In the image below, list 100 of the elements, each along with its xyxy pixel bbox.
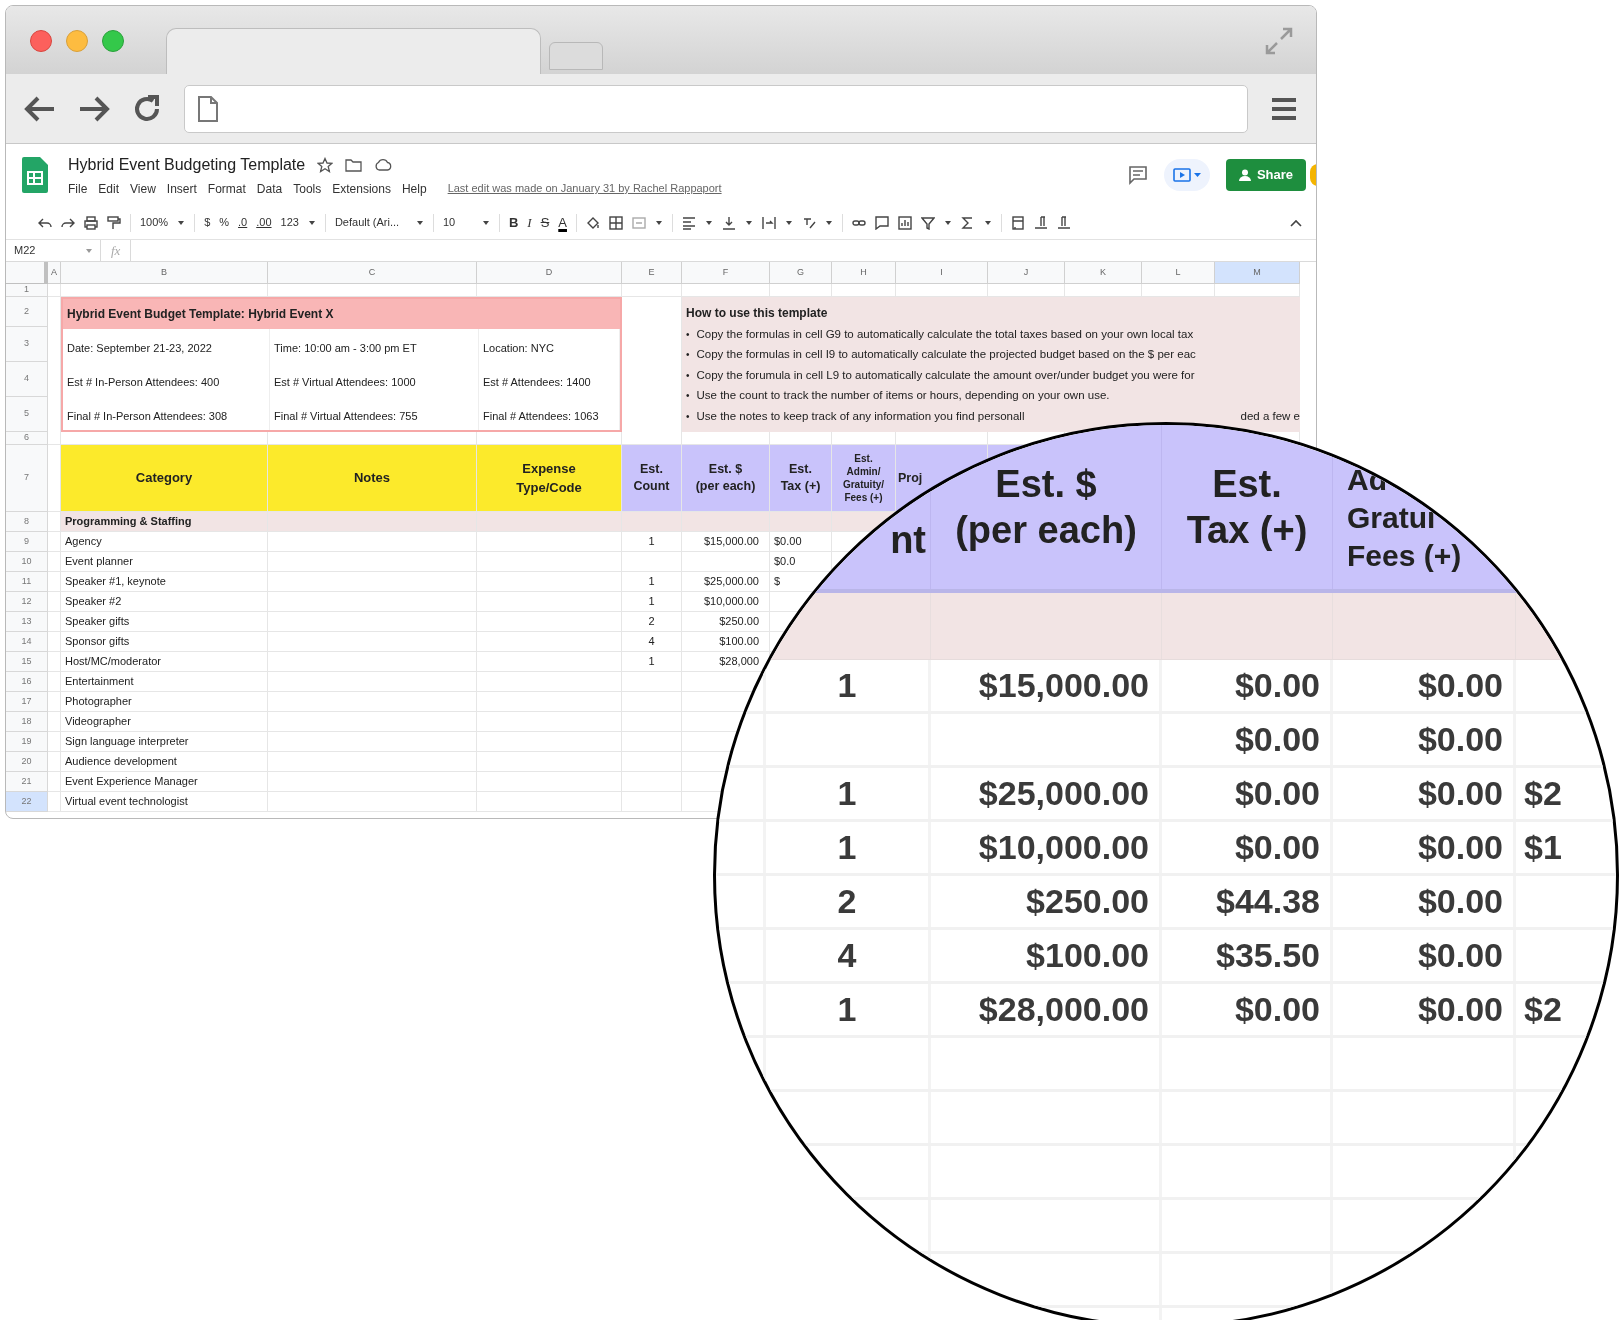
magnified-value: $0.00 (1162, 660, 1333, 711)
reload-icon[interactable] (132, 93, 162, 124)
row-number[interactable]: 7 (6, 445, 48, 512)
row-number[interactable]: 10 (6, 552, 48, 572)
collapse-chevron-icon[interactable] (1290, 218, 1302, 227)
row-number[interactable]: 12 (6, 592, 48, 612)
row-number[interactable]: 15 (6, 652, 48, 672)
magnified-heading: Est. $ (995, 462, 1097, 507)
italic-button[interactable]: I (527, 212, 532, 233)
decrease-decimal-button[interactable]: .0 (238, 214, 248, 231)
row-number[interactable]: 8 (6, 512, 48, 532)
sigma-icon[interactable] (960, 215, 975, 230)
chart-icon[interactable] (897, 215, 912, 230)
text-wrap-icon[interactable] (761, 215, 776, 230)
column-header[interactable]: E (622, 262, 682, 284)
menu-icon[interactable] (1270, 96, 1298, 121)
bullet: • (686, 327, 690, 342)
number-format-dropdown[interactable]: 123 (280, 214, 299, 231)
row-number[interactable]: 5 (6, 397, 48, 432)
menu-item[interactable]: Edit (98, 179, 120, 198)
column-header[interactable]: F (682, 262, 770, 284)
row-number[interactable]: 9 (6, 532, 48, 552)
row-number[interactable]: 19 (6, 732, 48, 752)
table-cell (48, 612, 61, 632)
menu-item[interactable]: View (130, 179, 156, 198)
row-number[interactable]: 16 (6, 672, 48, 692)
font-dropdown[interactable]: Default (Ari... (334, 214, 407, 231)
comment-icon[interactable] (1128, 165, 1148, 185)
column-header[interactable]: K (1065, 262, 1142, 284)
document-title[interactable]: Hybrid Event Budgeting Template (68, 152, 306, 177)
borders-icon[interactable] (608, 215, 623, 230)
row-number[interactable]: 2 (6, 297, 48, 327)
column-header[interactable]: B (61, 262, 268, 284)
comment-icon[interactable] (874, 215, 889, 230)
currency-button[interactable]: $ (204, 214, 211, 231)
row-number[interactable]: 4 (6, 362, 48, 397)
column-heading: Notes (268, 445, 477, 512)
share-button[interactable]: Share (1226, 159, 1306, 191)
paint-roller-icon[interactable] (107, 215, 121, 230)
zoom-dropdown[interactable]: 100% (140, 214, 169, 231)
present-button[interactable] (1164, 159, 1210, 191)
align-left-icon[interactable] (681, 215, 696, 230)
back-arrow-icon[interactable] (24, 94, 56, 123)
menu-item[interactable]: Extensions (332, 179, 391, 198)
star-icon[interactable] (317, 156, 334, 173)
text-direction-icon[interactable] (1056, 215, 1071, 230)
menu-item[interactable]: Format (207, 179, 246, 198)
menu-item[interactable]: Tools (293, 179, 322, 198)
freeze-icon[interactable] (1010, 215, 1025, 230)
last-edit-link[interactable]: Last edit was made on January 31 by Rachel Rappaport (447, 180, 722, 197)
column-header[interactable]: J (988, 262, 1065, 284)
magnified-heading: Gratui (1347, 500, 1436, 536)
row-number[interactable]: 20 (6, 752, 48, 772)
menu-item[interactable]: Insert (166, 179, 197, 198)
folder-icon[interactable] (345, 157, 363, 172)
column-header[interactable]: G (770, 262, 832, 284)
table-cell (48, 532, 61, 552)
column-header[interactable]: A (48, 262, 61, 284)
magnified-value: 1 (766, 768, 931, 819)
font-size-dropdown[interactable]: 10 (442, 214, 473, 231)
magnified-value: $2 (1516, 984, 1616, 1035)
row-number[interactable]: 22 (6, 792, 48, 812)
row-number[interactable]: 13 (6, 612, 48, 632)
row-number[interactable]: 14 (6, 632, 48, 652)
fill-bucket-icon[interactable] (585, 215, 600, 230)
bullet: • (686, 368, 690, 383)
menu-item[interactable]: Data (256, 179, 283, 198)
strikethrough-button[interactable]: S (540, 212, 550, 233)
name-box[interactable]: M22 (6, 240, 101, 261)
row-number[interactable]: 11 (6, 572, 48, 592)
column-header[interactable]: I (896, 262, 988, 284)
section-heading: Programming & Staffing (61, 512, 268, 532)
vertical-align-icon[interactable] (721, 215, 736, 230)
column-header[interactable]: M (1215, 262, 1300, 284)
row-number[interactable]: 1 (6, 284, 48, 297)
bold-button[interactable]: B (508, 212, 519, 233)
column-header[interactable]: L (1142, 262, 1215, 284)
column-header[interactable]: D (477, 262, 622, 284)
row-number[interactable]: 18 (6, 712, 48, 732)
percent-button[interactable]: % (219, 214, 230, 231)
menu-item[interactable]: Help (401, 179, 427, 198)
text-direction-icon[interactable] (1033, 215, 1048, 230)
row-number[interactable]: 6 (6, 432, 48, 445)
text-rotate-icon[interactable] (801, 215, 816, 230)
filter-icon[interactable] (920, 215, 935, 230)
increase-decimal-button[interactable]: .00 (256, 214, 272, 231)
row-number[interactable]: 3 (6, 327, 48, 362)
column-header[interactable]: C (268, 262, 477, 284)
cell-reference: M22 (14, 243, 36, 259)
column-header[interactable]: H (832, 262, 896, 284)
merge-cells-icon[interactable] (631, 215, 646, 230)
print-icon[interactable] (84, 215, 98, 230)
magnified-value: $0.00 (1333, 930, 1516, 981)
forward-arrow-icon[interactable] (78, 94, 110, 123)
row-number[interactable]: 17 (6, 692, 48, 712)
text-color-button[interactable]: A (558, 212, 567, 233)
menu-item[interactable]: File (68, 179, 88, 198)
row-number[interactable]: 21 (6, 772, 48, 792)
close-window-button[interactable] (30, 30, 52, 52)
cloud-icon[interactable] (374, 158, 393, 171)
